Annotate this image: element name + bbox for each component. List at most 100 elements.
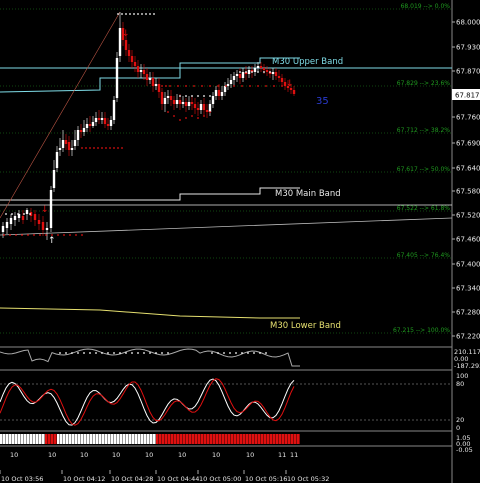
candle-body — [115, 58, 119, 98]
indicator3-bar — [45, 434, 48, 444]
candle-body — [223, 86, 227, 92]
indicator3-bar — [219, 434, 222, 444]
indicator3-bar — [294, 434, 297, 444]
indicator3-bar — [60, 434, 63, 444]
candle-body — [259, 66, 263, 68]
time-axis-label: 10 Oct 04:28 — [111, 475, 153, 483]
signal-dot — [201, 85, 203, 87]
indicator3-bar — [222, 434, 225, 444]
candle-body — [241, 72, 245, 78]
price-axis-label: 67.690 — [456, 140, 480, 148]
indicator3-bar — [204, 434, 207, 444]
sell-arrow-icon: ↓ — [122, 29, 130, 39]
indicator1-dot — [65, 352, 67, 354]
signal-dot — [209, 111, 211, 113]
indicator3-bar — [198, 434, 201, 444]
indicator1-dot — [211, 352, 213, 354]
candle-body — [13, 216, 17, 220]
signal-dot — [133, 13, 135, 15]
signal-dot — [185, 95, 187, 97]
candle-body — [73, 140, 77, 146]
price-axis-label: 67.460 — [456, 236, 480, 244]
candle-body — [145, 74, 149, 80]
fib-level-label: 68.019 --> 0.0% — [401, 3, 451, 10]
indicator3-bar — [12, 434, 15, 444]
indicator3-bar — [117, 434, 120, 444]
candle-body — [235, 74, 239, 76]
indicator1-dot — [241, 352, 243, 354]
indicator3-bar — [27, 434, 30, 444]
signal-dot — [179, 95, 181, 97]
indicator3-bar — [42, 434, 45, 444]
time-axis: 10 Oct 03:56 10 Oct 04:12 10 Oct 04:28 10 O… — [0, 470, 329, 483]
indicator3-bar — [261, 434, 264, 444]
signal-dot — [29, 213, 31, 215]
time-axis-day-marks: 10 10 10 10 10 10 10 10 11 11 — [10, 451, 298, 459]
indicator3-bar — [246, 434, 249, 444]
candle-body — [94, 118, 98, 122]
indicator3-bar — [288, 434, 291, 444]
day-mark: 10 — [80, 451, 88, 459]
candle-body — [151, 78, 155, 86]
indicator3-bar — [24, 434, 27, 444]
signal-dot — [165, 85, 167, 87]
indicator3-bar — [66, 434, 69, 444]
indicator3-bar — [114, 434, 117, 444]
candle-body — [262, 68, 266, 70]
indicator2-axis-label: 100 — [456, 372, 468, 380]
indicator3-bar — [279, 434, 282, 444]
candle-body — [85, 124, 89, 128]
time-axis-label: 10 Oct 05:00 — [199, 475, 241, 483]
indicator1-axis: 210.11730.00-187.2937 — [454, 348, 480, 370]
signal-dot — [129, 13, 131, 15]
indicator3-bar — [90, 434, 93, 444]
day-mark: 10 — [178, 451, 186, 459]
signal-dot — [197, 117, 199, 119]
candle-body — [292, 90, 296, 94]
candle-body — [205, 110, 209, 112]
indicator1-dot — [83, 352, 85, 354]
indicator3-bar — [171, 434, 174, 444]
indicator1-dot — [167, 352, 169, 354]
candle-body — [214, 90, 218, 96]
candle-body — [136, 66, 140, 72]
candle-body — [229, 80, 233, 84]
signal-dot — [245, 71, 247, 73]
fib-level-label: 67.829 --> 23.6% — [397, 80, 451, 87]
fib-level-label: 67.617 --> 50.0% — [397, 166, 451, 173]
trading-chart-window[interactable]: M30 Upper Band M30 Main Band M30 Lower B… — [0, 0, 480, 483]
signal-dot — [249, 85, 251, 87]
indicator3-bar — [36, 434, 39, 444]
indicator1-dot — [143, 352, 145, 354]
signal-dot — [257, 85, 259, 87]
candle-body — [64, 140, 68, 144]
indicator1-dot — [101, 352, 103, 354]
signal-dot — [89, 147, 91, 149]
indicator1-dot — [229, 352, 231, 354]
candle-body — [247, 70, 251, 74]
candle-body — [124, 40, 128, 50]
candle-body — [55, 152, 59, 168]
indicator3-bar — [78, 434, 81, 444]
signal-dot — [93, 147, 95, 149]
candle-body — [226, 84, 230, 86]
price-axis-label: 67.280 — [456, 309, 480, 317]
indicator3-bar — [120, 434, 123, 444]
signal-dot — [113, 147, 115, 149]
indicator1-dot — [223, 352, 225, 354]
candle-body — [1, 226, 5, 232]
indicator3-bar — [243, 434, 246, 444]
main-band-slope — [0, 217, 453, 236]
indicator2-axis-label: 0 — [456, 424, 460, 432]
chart-canvas[interactable]: M30 Upper Band M30 Main Band M30 Lower B… — [0, 0, 480, 483]
candle-body — [130, 56, 134, 62]
candle-body — [82, 128, 86, 132]
indicator3-bar — [285, 434, 288, 444]
indicator3-bar — [153, 434, 156, 444]
time-axis-label: 10 Oct 04:44 — [157, 475, 199, 483]
price-axis-label: 67.220 — [456, 333, 480, 341]
indicator3-bar — [33, 434, 36, 444]
candle-body — [88, 124, 92, 126]
candle-body — [166, 96, 170, 98]
candle-body — [187, 102, 191, 106]
